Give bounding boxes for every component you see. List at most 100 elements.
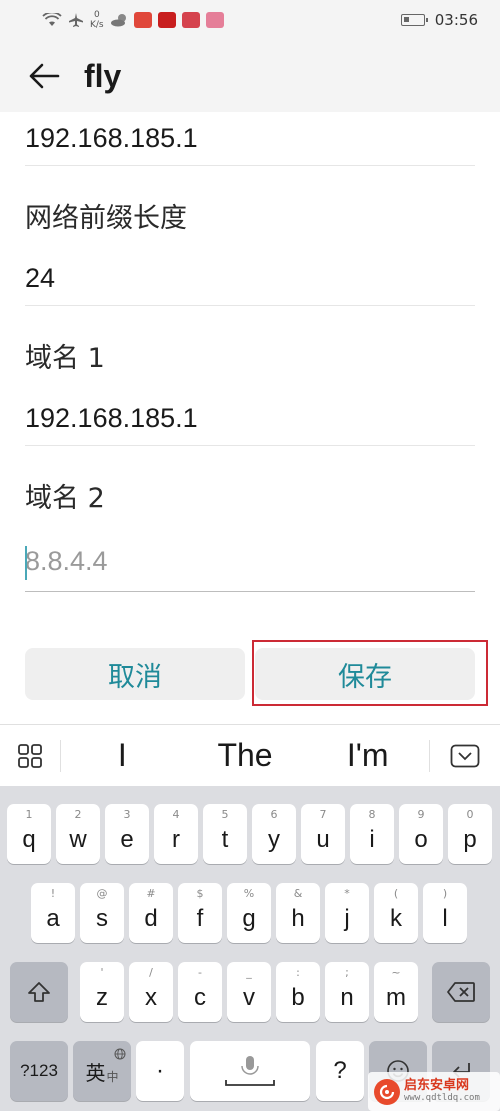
key-label: g: [242, 905, 256, 932]
key-u[interactable]: 7u: [301, 804, 345, 864]
watermark-logo-icon: [374, 1078, 400, 1105]
status-bar: 0 K/s 03:56: [0, 0, 500, 40]
calendar-icon: [181, 12, 200, 28]
key-d[interactable]: # d: [129, 883, 173, 943]
language-key-sub-label: 中: [106, 1069, 119, 1084]
key-hint: 8: [368, 808, 376, 821]
suggestion-3[interactable]: I'm: [306, 737, 429, 774]
dns2-input[interactable]: [25, 546, 475, 577]
key-hint: 9: [417, 808, 425, 821]
net-speed-value: 0: [93, 10, 100, 20]
battery-icon: [400, 14, 428, 26]
key-o[interactable]: 9o: [399, 804, 443, 864]
key-hint: 5: [221, 808, 229, 821]
key-hint: *: [344, 887, 350, 900]
key-hint: 3: [123, 808, 131, 821]
key-label: f: [196, 905, 204, 932]
key-w[interactable]: 2w: [56, 804, 100, 864]
shopping-icon: [205, 12, 224, 28]
text-cursor: [25, 546, 27, 580]
key-z[interactable]: ' z: [80, 962, 124, 1022]
key-label: c: [194, 984, 206, 1011]
clock: 03:56: [434, 11, 478, 29]
key-hint: !: [50, 887, 56, 900]
key-n[interactable]: ; n: [325, 962, 369, 1022]
key-t[interactable]: 5t: [203, 804, 247, 864]
key-e[interactable]: 3e: [105, 804, 149, 864]
suggestion-1[interactable]: I: [61, 737, 184, 774]
dns2-field-container[interactable]: [25, 532, 475, 592]
key-y[interactable]: 6y: [252, 804, 296, 864]
key-hint: (: [393, 887, 399, 900]
key-q[interactable]: 1q: [7, 804, 51, 864]
key-label: d: [144, 905, 158, 932]
question-key[interactable]: ?: [316, 1041, 364, 1101]
key-label: w: [69, 826, 87, 853]
key-a[interactable]: ! a: [31, 883, 75, 943]
key-label: y: [268, 826, 280, 853]
airplane-icon: [68, 12, 84, 28]
site-watermark: 启东安卓网 www.qdtldq.com: [368, 1072, 500, 1111]
symbols-key[interactable]: ?123: [10, 1041, 68, 1101]
key-hint: -: [198, 966, 202, 979]
prefix-length-value[interactable]: 24: [25, 252, 475, 306]
key-x[interactable]: / x: [129, 962, 173, 1022]
weather-icon: [110, 13, 128, 27]
wifi-icon: [42, 13, 62, 27]
key-m[interactable]: ~ m: [374, 962, 418, 1022]
key-c[interactable]: -c: [178, 962, 222, 1022]
shift-key[interactable]: [10, 962, 68, 1022]
key-r[interactable]: 4r: [154, 804, 198, 864]
key-k[interactable]: (k: [374, 883, 418, 943]
key-label: v: [243, 984, 255, 1011]
collapse-keyboard-icon[interactable]: [430, 725, 500, 787]
key-j[interactable]: * j: [325, 883, 369, 943]
key-hint: /: [149, 966, 153, 979]
key-f[interactable]: $ f: [178, 883, 222, 943]
key-hint: 0: [466, 808, 474, 821]
language-key-label: 英: [85, 1062, 106, 1085]
prefix-length-label: 网络前缀长度: [25, 202, 187, 234]
keyboard-suggestion-bar: I The I'm: [0, 724, 500, 786]
dot-key[interactable]: ·: [136, 1041, 184, 1101]
cancel-button[interactable]: 取消: [25, 648, 245, 700]
key-hint: $: [196, 887, 204, 900]
key-s[interactable]: @ s: [80, 883, 124, 943]
key-hint: ': [100, 966, 104, 979]
space-key[interactable]: [190, 1041, 310, 1101]
key-p[interactable]: 0p: [448, 804, 492, 864]
key-b[interactable]: :b: [276, 962, 320, 1022]
key-hint: :: [296, 966, 300, 979]
key-label: r: [172, 826, 180, 853]
key-l[interactable]: ) l: [423, 883, 467, 943]
back-arrow-icon[interactable]: [26, 58, 62, 94]
question-key-label: ?: [333, 1057, 347, 1084]
key-i[interactable]: 8i: [350, 804, 394, 864]
key-label: m: [386, 984, 406, 1011]
key-label: o: [414, 826, 428, 853]
backspace-key[interactable]: [432, 962, 490, 1022]
page-title: fly: [84, 57, 122, 94]
key-hint: 2: [74, 808, 82, 821]
dns1-value[interactable]: 192.168.185.1: [25, 392, 475, 446]
backspace-icon: [447, 982, 475, 1002]
grid-menu-icon[interactable]: [0, 725, 60, 787]
key-h[interactable]: & h: [276, 883, 320, 943]
language-switch-key[interactable]: 英 中: [73, 1041, 131, 1101]
suggestion-2[interactable]: The: [184, 737, 307, 774]
key-label: n: [340, 984, 354, 1011]
keyboard: 1q2w3e4r5t6y7u8i9o0p ! a @ s # d $ f% g & h * j(k) l …: [0, 786, 500, 1111]
key-hint: &: [293, 887, 303, 900]
key-hint: ;: [345, 966, 349, 979]
key-hint: 6: [270, 808, 278, 821]
key-v[interactable]: _ v: [227, 962, 271, 1022]
key-label: h: [291, 905, 305, 932]
key-label: p: [463, 826, 477, 853]
net-speed-unit: K/s: [90, 20, 104, 30]
network-settings-form: 192.168.185.1 网络前缀长度 24 域名 1 192.168.185…: [25, 112, 475, 592]
key-g[interactable]: % g: [227, 883, 271, 943]
gateway-value[interactable]: 192.168.185.1: [25, 112, 475, 166]
key-hint: 4: [172, 808, 180, 821]
watermark-url: www.qdtldq.com: [404, 1092, 480, 1103]
key-label: q: [22, 826, 36, 853]
